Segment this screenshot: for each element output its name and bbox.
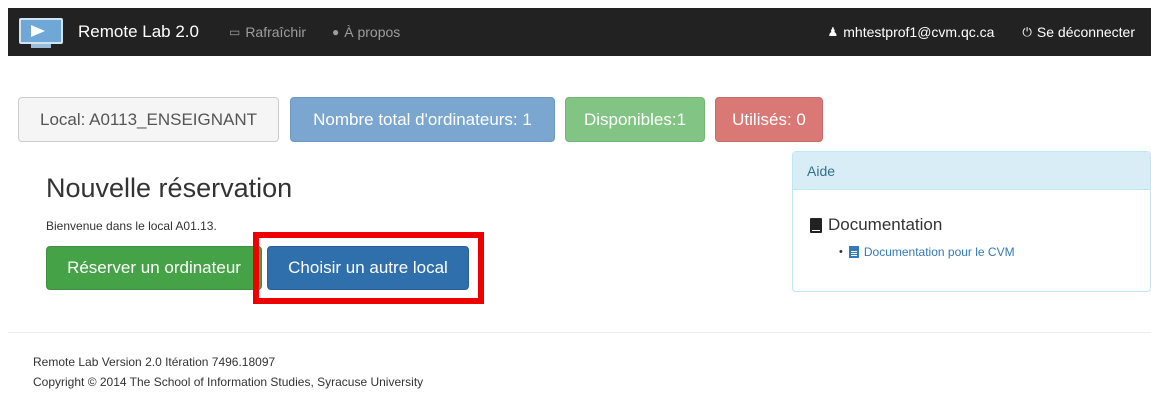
- documentation-title-label: Documentation: [828, 215, 943, 234]
- user-link[interactable]: ♟ mhtestprof1@cvm.qc.ca: [828, 24, 995, 40]
- help-panel-heading: Aide: [793, 152, 1150, 190]
- help-panel: Aide Documentation • Documentation pour …: [792, 151, 1151, 292]
- footer-copyright: Copyright © 2014 The School of Informati…: [33, 375, 424, 389]
- brand-title[interactable]: Remote Lab 2.0: [78, 22, 199, 42]
- highlight-box: [253, 232, 484, 304]
- power-icon: ⏻: [1022, 24, 1032, 39]
- top-margin: [0, 0, 1151, 8]
- documentation-title: Documentation: [810, 215, 1150, 235]
- logout-label: Se déconnecter: [1036, 24, 1135, 40]
- user-icon: ♟: [827, 25, 839, 39]
- navbar: Remote Lab 2.0 ▭ Rafraîchir ● À propos ♟…: [8, 8, 1151, 56]
- bullet: •: [839, 246, 843, 258]
- refresh-link[interactable]: ▭ Rafraîchir: [229, 24, 306, 40]
- about-link[interactable]: ● À propos: [332, 24, 400, 40]
- about-label: À propos: [344, 24, 401, 40]
- desktop-icon: ▭: [228, 25, 241, 39]
- documentation-list: • Documentation pour le CVM: [810, 245, 1150, 259]
- user-label: mhtestprof1@cvm.qc.ca: [843, 24, 995, 40]
- monitor-logo-icon[interactable]: [17, 15, 65, 49]
- available-badge: Disponibles:1: [565, 97, 705, 142]
- logout-link[interactable]: ⏻ Se déconnecter: [1022, 24, 1135, 40]
- reserve-computer-button[interactable]: Réserver un ordinateur: [46, 246, 262, 290]
- file-text-icon: [848, 246, 859, 258]
- documentation-link[interactable]: • Documentation pour le CVM: [839, 245, 1150, 259]
- local-badge: Local: A0113_ENSEIGNANT: [18, 97, 279, 142]
- navbar-right: ♟ mhtestprof1@cvm.qc.ca ⏻ Se déconnecter: [828, 24, 1151, 40]
- welcome-text: Bienvenue dans le local A01.13.: [46, 219, 217, 233]
- total-computers-badge: Nombre total d'ordinateurs: 1: [290, 97, 555, 142]
- used-badge: Utilisés: 0: [715, 97, 823, 142]
- info-circle-icon: ●: [332, 25, 340, 39]
- refresh-label: Rafraîchir: [245, 24, 306, 40]
- footer-version: Remote Lab Version 2.0 Itération 7496.18…: [33, 355, 276, 369]
- footer-divider: [8, 332, 1151, 333]
- book-icon: [810, 217, 822, 233]
- page-title: Nouvelle réservation: [46, 173, 293, 203]
- stats-row: Local: A0113_ENSEIGNANT Nombre total d'o…: [18, 97, 833, 142]
- help-panel-body: Documentation • Documentation pour le CV…: [793, 190, 1150, 259]
- documentation-link-label: Documentation pour le CVM: [863, 245, 1015, 259]
